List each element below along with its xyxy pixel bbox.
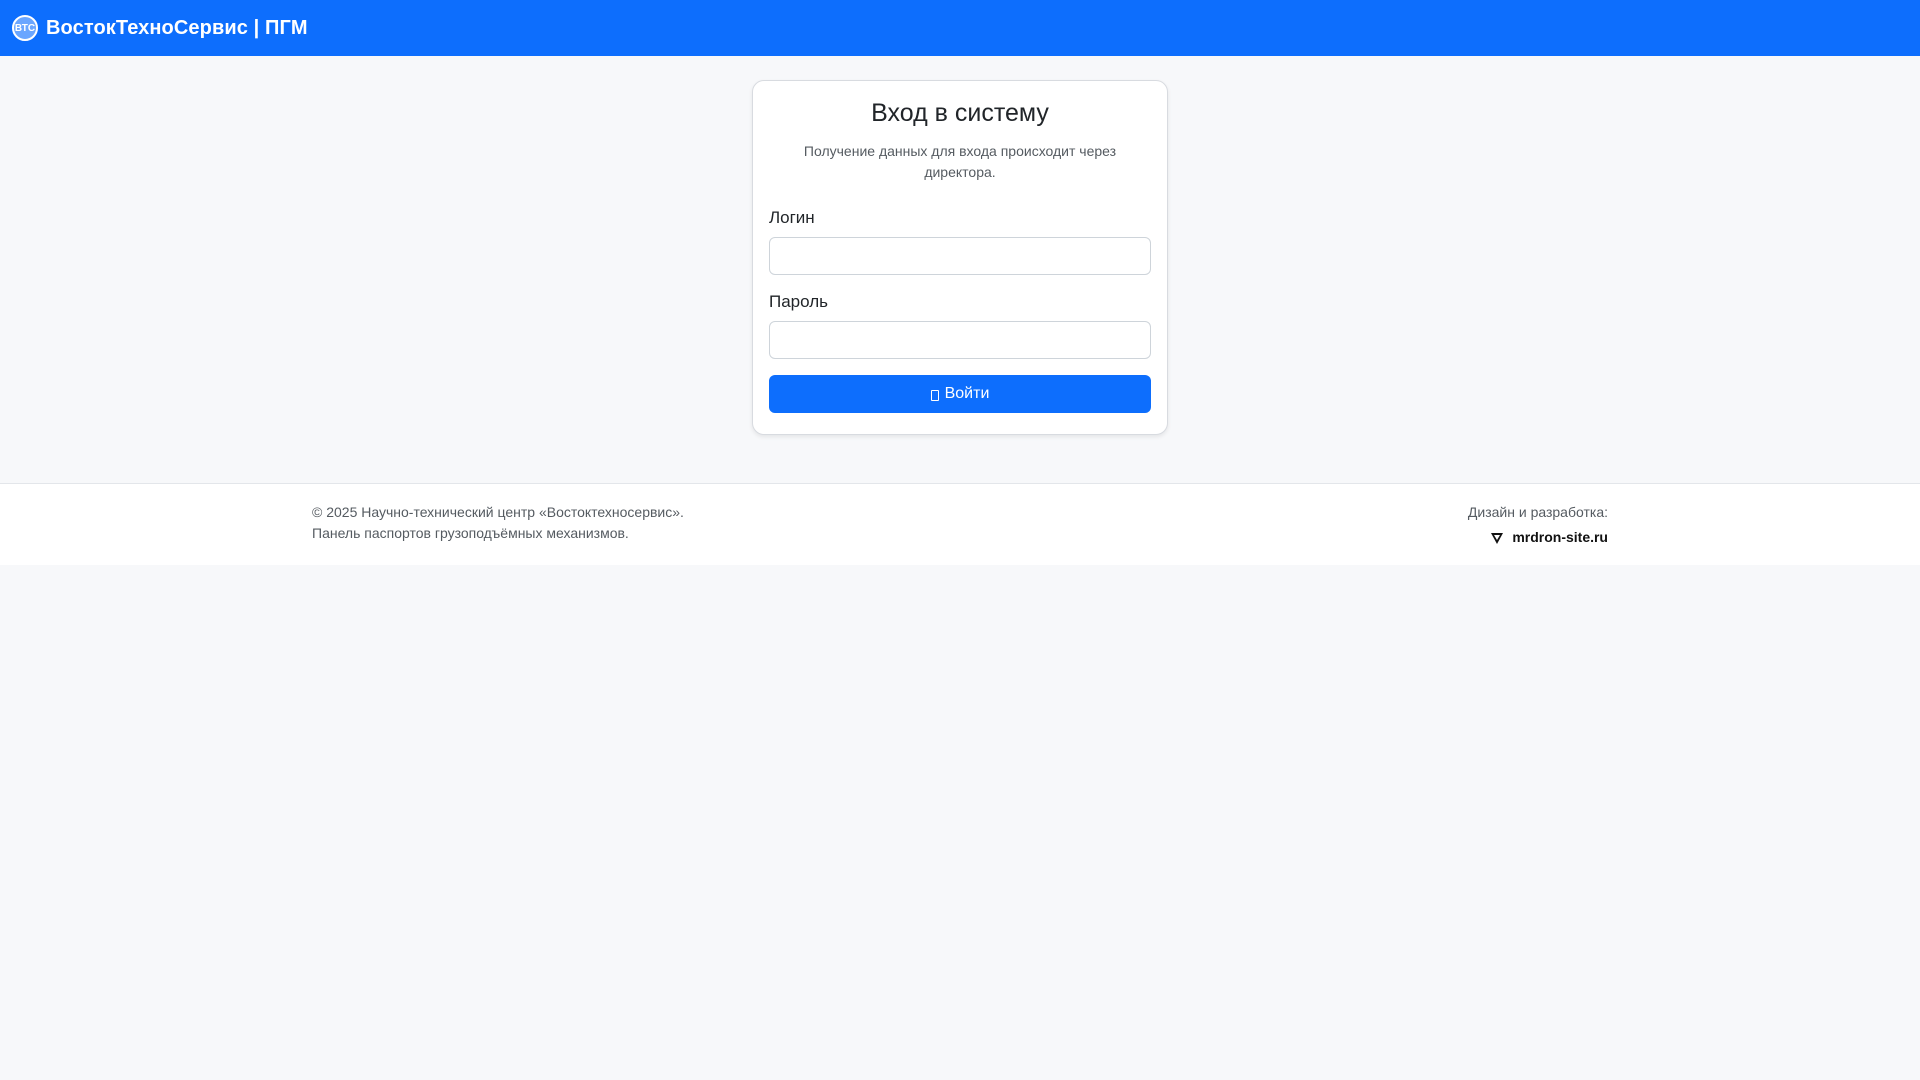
login-icon	[930, 390, 939, 401]
site-description: Панель паспортов грузоподъёмных механизм…	[312, 525, 629, 541]
developer-link[interactable]: mrdron-site.ru	[1468, 527, 1608, 548]
login-button[interactable]: Войти	[769, 375, 1151, 413]
login-subtitle: Получение данных для входа происходит че…	[803, 143, 1117, 180]
brand-logo-icon[interactable]: ВТС	[12, 15, 38, 41]
login-label: Логин	[769, 208, 815, 227]
page-footer: © 2025 Научно-технический центр «Востокт…	[0, 483, 1920, 565]
footer-info: © 2025 Научно-технический центр «Востокт…	[312, 502, 684, 544]
brand-title[interactable]: ВостокТехноСервис | ПГМ	[46, 17, 308, 40]
login-button-label: Войти	[944, 385, 990, 402]
developer-info: Дизайн и разработка: mrdron-site.ru	[1468, 502, 1608, 548]
password-label: Пароль	[769, 292, 828, 311]
login-input[interactable]	[769, 237, 1151, 275]
login-title: Вход в систему	[871, 99, 1049, 127]
developer-caption: Дизайн и разработка:	[1467, 504, 1608, 520]
developer-link-text: mrdron-site.ru	[1512, 529, 1608, 545]
password-input[interactable]	[769, 321, 1151, 359]
top-navbar: ВТС ВостокТехноСервис | ПГМ	[0, 0, 1920, 56]
login-card: Вход в систему Получение данных для вход…	[752, 80, 1168, 435]
copyright-text: © 2025 Научно-технический центр «Востокт…	[312, 504, 684, 520]
mrdron-logo-icon	[1491, 532, 1504, 544]
